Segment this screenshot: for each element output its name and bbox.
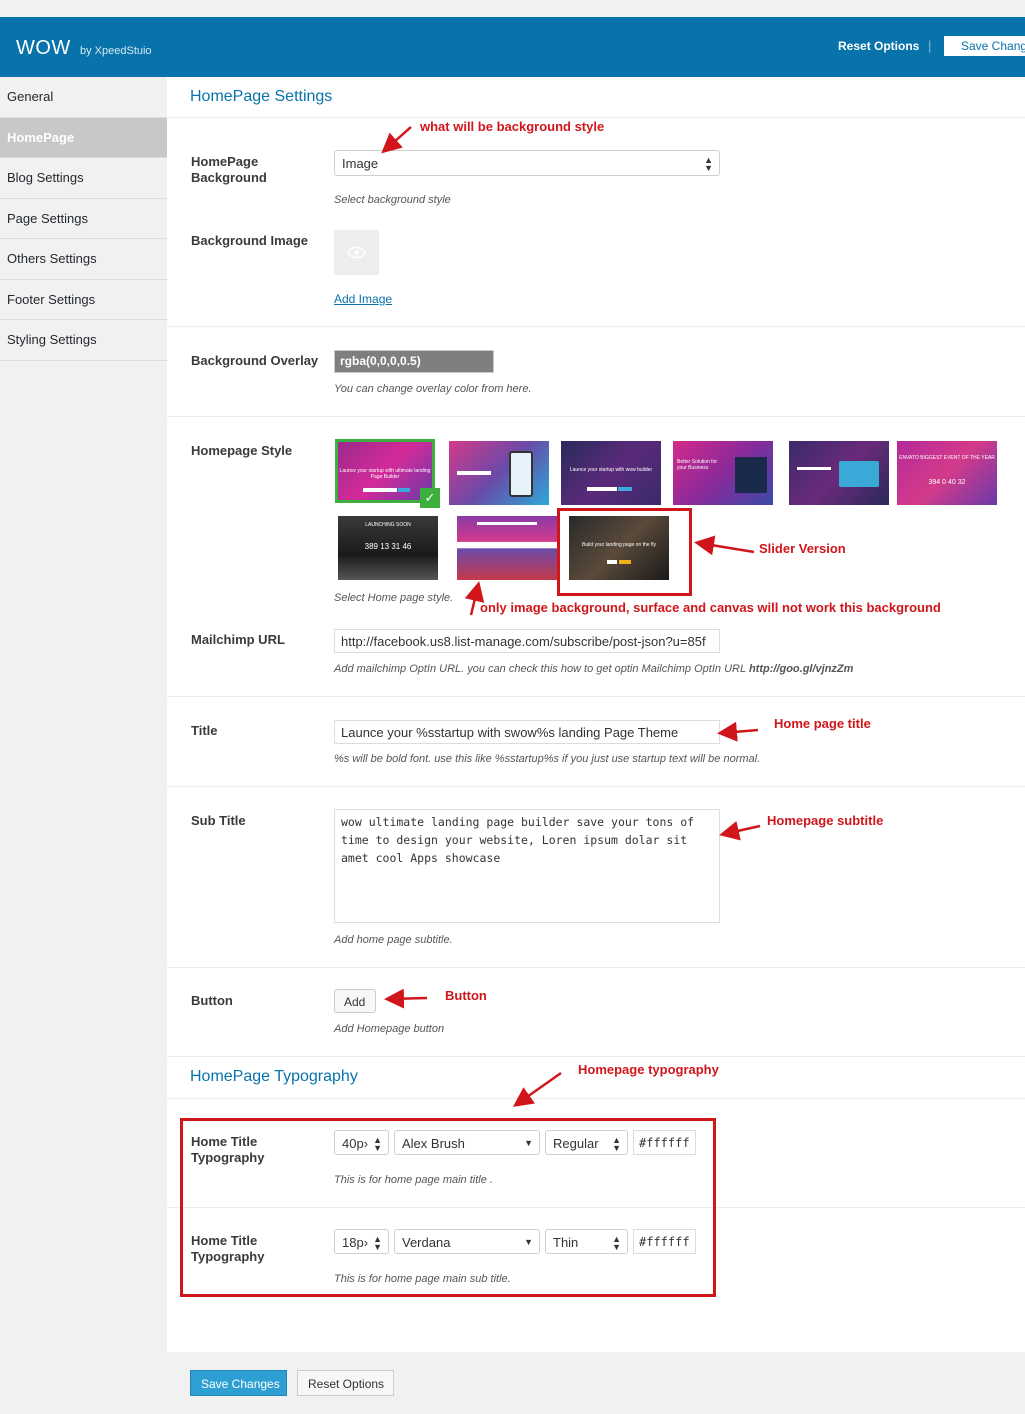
arrow-bg-style (381, 126, 412, 154)
arrow-only-image (464, 581, 485, 616)
arrow-button (384, 988, 428, 1009)
arrow-home-title (717, 721, 759, 742)
annotation-arrows (381, 126, 761, 1107)
arrow-subtitle (719, 820, 761, 841)
arrow-typography (512, 1071, 562, 1107)
arrow-slider (694, 535, 755, 556)
